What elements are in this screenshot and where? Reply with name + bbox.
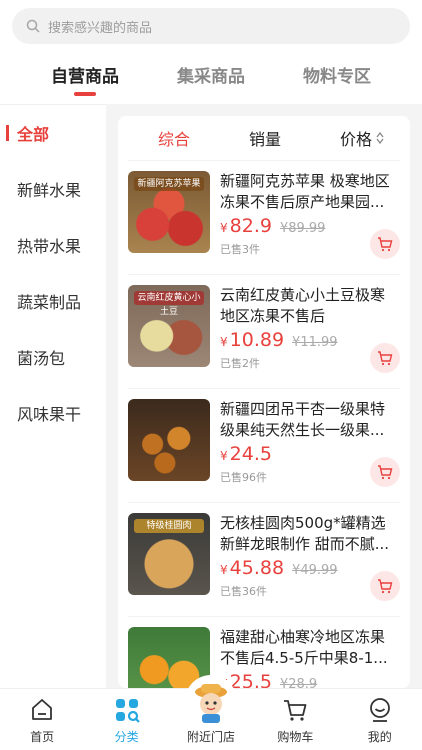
- sidebar-item-fresh-fruit[interactable]: 新鲜水果: [0, 161, 106, 217]
- sort-price-label: 价格: [339, 130, 372, 149]
- add-to-cart-button[interactable]: [370, 343, 400, 373]
- bottom-nav: 首页 分类 附近门店 购物车 我的: [0, 675, 422, 750]
- original-price: ¥49.99: [292, 563, 338, 578]
- price-value: 82.9: [229, 215, 272, 237]
- cart-icon: [378, 579, 393, 594]
- shopping-cart-icon: [280, 695, 310, 725]
- product-card[interactable]: 福建甜心柚寒冷地区冻果不售后4.5-5斤中果8-1... ¥ 25.5 ¥28.…: [128, 616, 400, 688]
- product-image-potato: 云南红皮黄心小土豆: [128, 285, 210, 367]
- sold-count: 已售2件: [220, 357, 260, 370]
- nav-nearby-stores[interactable]: 附近门店: [176, 675, 246, 750]
- nav-nearby-stores-label: 附近门店: [186, 730, 235, 744]
- product-price: ¥ 82.9 ¥89.99: [220, 215, 325, 237]
- add-to-cart-button[interactable]: [370, 571, 400, 601]
- product-card[interactable]: 云南红皮黄心小土豆 云南红皮黄心小土豆极寒地区冻果不售后 ¥ 10.89 ¥11…: [128, 274, 400, 388]
- sort-bar: 综合 销量 价格: [118, 116, 410, 160]
- mascot-icon: [184, 675, 237, 727]
- add-to-cart-button[interactable]: [370, 457, 400, 487]
- product-card[interactable]: 新疆阿克苏苹果 新疆阿克苏苹果 极寒地区冻果不售后原产地果园... ¥ 82.9…: [128, 160, 400, 274]
- nav-home-label: 首页: [30, 730, 55, 744]
- price-currency: ¥: [220, 335, 228, 349]
- header: 搜索感兴趣的商品 自营商品 集采商品 物料专区: [0, 0, 422, 104]
- price-currency: ¥: [220, 221, 228, 235]
- sold-count: 已售3件: [220, 243, 260, 256]
- product-image-label: 云南红皮黄心小土豆: [134, 291, 204, 317]
- product-title[interactable]: 新疆阿克苏苹果 极寒地区冻果不售后原产地果园...: [220, 171, 396, 213]
- sold-count: 已售36件: [220, 585, 267, 598]
- cart-icon: [378, 237, 393, 252]
- sidebar-item-all[interactable]: 全部: [0, 105, 106, 161]
- sort-comprehensive[interactable]: 综合: [158, 126, 190, 150]
- nav-category[interactable]: 分类: [92, 689, 162, 750]
- product-title[interactable]: 福建甜心柚寒冷地区冻果不售后4.5-5斤中果8-1...: [220, 627, 396, 669]
- product-image-label: 新疆阿克苏苹果: [134, 177, 204, 191]
- cart-icon: [378, 465, 393, 480]
- sidebar-item-mushroom-soup[interactable]: 菌汤包: [0, 329, 106, 385]
- nav-home[interactable]: 首页: [7, 689, 77, 750]
- product-image-apple: 新疆阿克苏苹果: [128, 171, 210, 253]
- tab-materials[interactable]: 物料专区: [292, 62, 382, 96]
- price-value: 25.5: [229, 671, 272, 688]
- price-currency: ¥: [220, 449, 228, 463]
- product-title[interactable]: 新疆四团吊干杏一级果特级果纯天然生长一级果...: [220, 399, 396, 441]
- product-price: ¥ 10.89 ¥11.99: [220, 329, 338, 351]
- product-title[interactable]: 云南红皮黄心小土豆极寒地区冻果不售后: [220, 285, 396, 327]
- sidebar-item-vegetables[interactable]: 蔬菜制品: [0, 273, 106, 329]
- search-input[interactable]: 搜索感兴趣的商品: [12, 8, 410, 44]
- price-value: 10.89: [229, 329, 285, 351]
- original-price: ¥28.9: [279, 677, 318, 688]
- smile-profile-icon: [365, 695, 395, 725]
- nav-cart[interactable]: 购物车: [260, 689, 330, 750]
- search-icon: [26, 19, 40, 33]
- product-image-longan: 特级桂圆肉: [128, 513, 210, 595]
- sold-count: 已售96件: [220, 471, 267, 484]
- category-icon: [112, 695, 142, 725]
- original-price: ¥11.99: [292, 335, 338, 350]
- sort-price[interactable]: 价格: [340, 126, 384, 150]
- sidebar-item-tropical-fruit[interactable]: 热带水果: [0, 217, 106, 273]
- product-card[interactable]: 新疆四团吊干杏一级果特级果纯天然生长一级果... ¥ 24.5 已售96件: [128, 388, 400, 502]
- nav-cart-label: 购物车: [277, 730, 314, 744]
- original-price: ¥89.99: [279, 221, 326, 236]
- cart-icon: [378, 351, 393, 366]
- home-icon: [27, 695, 57, 725]
- product-price: ¥ 24.5: [220, 443, 280, 465]
- product-image-apricot: [128, 399, 210, 481]
- product-price: ¥ 25.5 ¥28.9: [220, 671, 317, 688]
- category-sidebar: 全部 新鲜水果 热带水果 蔬菜制品 菌汤包 风味果干: [0, 104, 106, 688]
- sort-sales[interactable]: 销量: [249, 126, 281, 150]
- tab-group-purchase[interactable]: 集采商品: [166, 62, 256, 96]
- product-image-label: 特级桂圆肉: [134, 519, 204, 533]
- product-card[interactable]: 特级桂圆肉 无核桂圆肉500g*罐精选新鲜龙眼制作 甜而不腻... ¥ 45.8…: [128, 502, 400, 616]
- tab-bar: 自营商品 集采商品 物料专区: [0, 62, 422, 96]
- search-placeholder: 搜索感兴趣的商品: [48, 20, 153, 36]
- add-to-cart-button[interactable]: [370, 229, 400, 259]
- price-value: 45.88: [229, 557, 285, 579]
- nav-profile[interactable]: 我的: [345, 689, 415, 750]
- sort-arrows-icon: [376, 132, 384, 144]
- product-panel: 综合 销量 价格 新疆阿克苏苹果 新疆阿克苏苹果 极寒地区冻果不售后原产地果园.…: [118, 116, 410, 688]
- price-value: 24.5: [229, 443, 272, 465]
- price-currency: ¥: [220, 563, 228, 577]
- nav-category-label: 分类: [114, 730, 139, 744]
- nav-profile-label: 我的: [367, 730, 392, 744]
- product-title[interactable]: 无核桂圆肉500g*罐精选新鲜龙眼制作 甜而不腻...: [220, 513, 396, 555]
- product-price: ¥ 45.88 ¥49.99: [220, 557, 338, 579]
- sidebar-item-dried-fruit[interactable]: 风味果干: [0, 385, 106, 441]
- tab-self-operated[interactable]: 自营商品: [40, 62, 130, 96]
